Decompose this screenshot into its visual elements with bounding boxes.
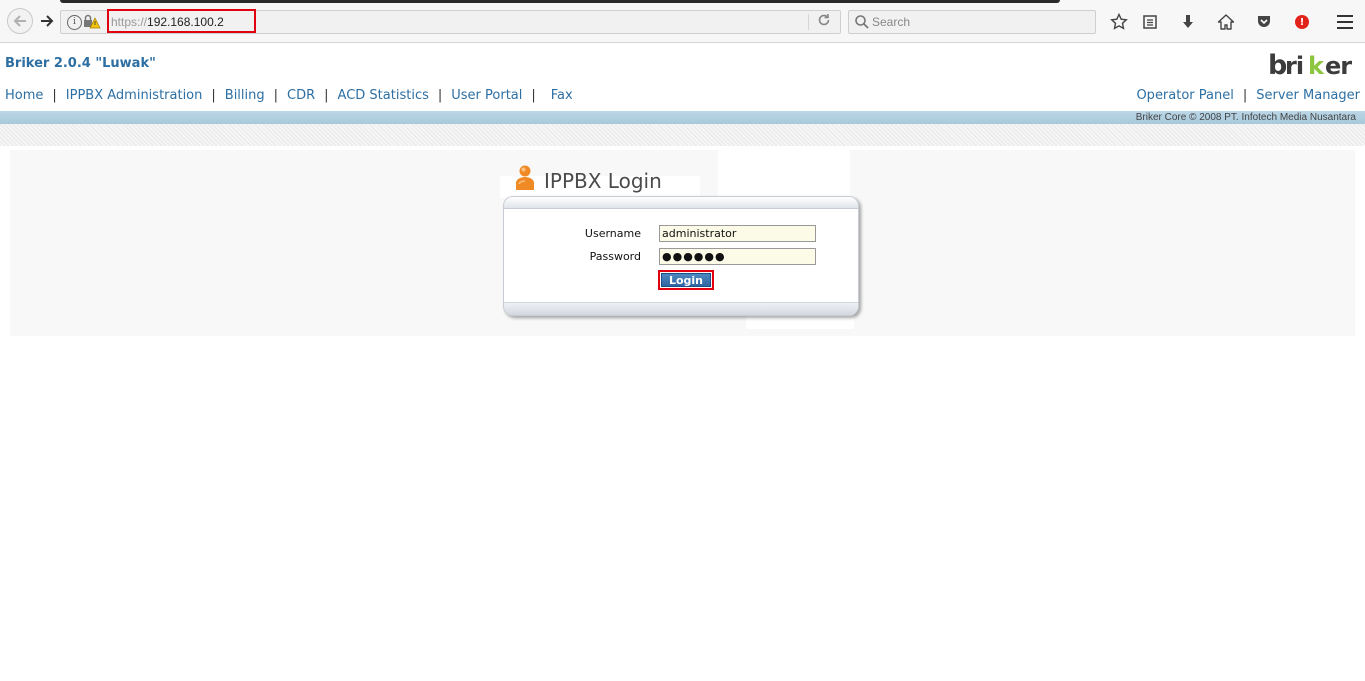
user-icon (514, 164, 536, 192)
nav-billing[interactable]: Billing (225, 88, 265, 103)
nav-separator: | (52, 88, 57, 103)
insecure-lock-icon[interactable] (83, 14, 101, 30)
svg-text:er: er (1325, 52, 1352, 78)
nav-separator: | (531, 88, 536, 103)
nav-separator: | (273, 88, 279, 103)
nav-server-manager[interactable]: Server Manager (1256, 88, 1360, 103)
header-hatch-pattern (0, 124, 1365, 146)
username-field[interactable]: administrator (659, 225, 816, 242)
alert-icon[interactable]: ! (1295, 15, 1309, 29)
home-icon[interactable] (1215, 11, 1237, 33)
search-input[interactable]: Search (872, 15, 910, 29)
url-highlight-box (107, 9, 256, 33)
login-button-highlight: Login (658, 270, 714, 290)
nav-cdr[interactable]: CDR (287, 88, 315, 103)
pocket-icon[interactable] (1253, 11, 1275, 33)
forward-arrow-icon[interactable] (35, 9, 59, 33)
column-background (718, 150, 850, 200)
url-bar[interactable]: i https://192.168.100.2 (60, 9, 841, 34)
main-nav: Home | IPPBX Administration | Billing | CDR | AC… (5, 88, 573, 103)
login-button[interactable]: Login (661, 273, 711, 287)
site-title: Briker 2.0.4 "Luwak" (5, 56, 156, 71)
nav-separator: | (437, 88, 443, 103)
download-icon[interactable] (1177, 11, 1199, 33)
nav-separator: | (1242, 88, 1248, 103)
username-label: Username (584, 227, 641, 240)
back-arrow-icon[interactable] (7, 8, 33, 34)
nav-separator: | (211, 88, 216, 103)
nav-acd-statistics[interactable]: ACD Statistics (338, 88, 429, 103)
password-field[interactable]: ●●●●●● (659, 248, 816, 265)
bookmark-star-icon[interactable] (1108, 11, 1130, 33)
info-icon[interactable]: i (67, 15, 82, 30)
hamburger-menu-icon[interactable] (1334, 11, 1356, 33)
svg-text:ri: ri (1285, 52, 1303, 78)
briker-logo[interactable]: b ri k er (1268, 48, 1362, 81)
nav-home[interactable]: Home (5, 88, 43, 103)
panel-top-bar (504, 197, 858, 209)
nav-operator-panel[interactable]: Operator Panel (1136, 88, 1233, 103)
browser-toolbar: i https://192.168.100.2 Search ! (0, 0, 1365, 43)
nav-separator: | (324, 88, 329, 103)
nav-fax[interactable]: Fax (551, 88, 573, 103)
nav-user-portal[interactable]: User Portal (451, 88, 522, 103)
search-icon (854, 14, 870, 30)
reload-icon[interactable] (817, 13, 831, 31)
panel-bottom-bar (504, 302, 858, 315)
search-bar[interactable]: Search (848, 10, 1096, 34)
nav-ippbx-administration[interactable]: IPPBX Administration (66, 88, 203, 103)
url-bar-divider (808, 14, 809, 30)
alert-symbol: ! (1299, 16, 1305, 28)
svg-text:k: k (1308, 52, 1325, 78)
reading-list-icon[interactable] (1139, 11, 1161, 33)
login-title: IPPBX Login (544, 169, 662, 193)
password-label: Password (589, 250, 641, 263)
copyright-text: Briker Core © 2008 PT. Infotech Media Nu… (1135, 112, 1356, 123)
right-nav: Operator Panel | Server Manager (1136, 88, 1360, 103)
window-titlebar-edge (60, 0, 1060, 3)
